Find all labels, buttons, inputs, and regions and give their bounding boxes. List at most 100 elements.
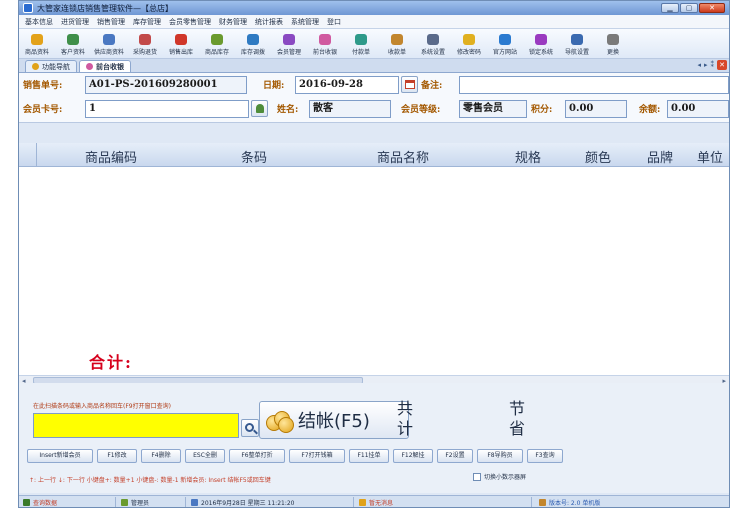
toolbar-button-nav-settings[interactable]: 导航设置 [559,30,595,58]
tab-cashier[interactable]: 前台收银 [79,60,131,72]
title-bar: 大管家连锁店销售管理软件—【总店】 ▁ ▢ ✕ [19,1,729,15]
menu-item-sales[interactable]: 销售管理 [93,17,129,27]
column-header-code[interactable]: 商品编码 [85,147,137,166]
column-header-spec[interactable]: 规格 [515,147,541,166]
product-search-button[interactable] [241,419,259,437]
calendar-icon [405,80,415,89]
toolbar-button-goods[interactable]: 商品资料 [19,30,55,58]
toolbar-label: 付款单 [351,49,370,56]
scan-input[interactable] [33,413,239,438]
member-card-field[interactable]: 1 [85,100,249,118]
remark-field[interactable] [459,76,729,94]
key-edit[interactable]: F1修改 [97,449,137,463]
tab-label: 功能导航 [42,62,70,71]
column-header-unit[interactable]: 单位 [697,147,723,166]
toolbar-button-transfer[interactable]: 库存调拨 [235,30,271,58]
toolbar-button-purchase-return[interactable]: 采购退货 [127,30,163,58]
toolbar-button-customer[interactable]: 客户资料 [55,30,91,58]
shortcut-hints: ↑: 上一行 ↓: 下一行 小键盘+: 数量+1 小键盘-: 数量-1 新增会员… [29,477,271,484]
balance-field[interactable]: 0.00 [667,100,729,118]
toolbar-button-member[interactable]: 会员管理 [271,30,307,58]
toggle-label: 切换小数示器屏 [484,474,527,481]
status-message[interactable]: 暂无消息 [359,498,393,507]
menu-item-member-retail[interactable]: 会员零售管理 [165,17,215,27]
member-level-label: 会员等级: [401,105,441,115]
toolbar-button-payment[interactable]: 付款单 [343,30,379,58]
calendar-button[interactable] [401,76,418,93]
key-whole-discount[interactable]: F6整单打折 [229,449,285,463]
status-ok-icon [23,499,30,506]
key-resume-order[interactable]: F12解挂 [393,449,433,463]
menu-item-inventory[interactable]: 库存管理 [129,17,165,27]
key-delete[interactable]: F4删除 [141,449,181,463]
toolbar-button-inventory[interactable]: 商品库存 [199,30,235,58]
column-header-name[interactable]: 商品名称 [377,147,429,166]
toolbar-button-switch[interactable]: 更换 [595,30,631,58]
coins-icon [266,407,294,433]
key-open-drawer[interactable]: F7打开钱箱 [289,449,345,463]
toolbar-button-lock[interactable]: 锁定系统 [523,30,559,58]
clock-icon [191,499,198,506]
tab-prev-icon[interactable]: ◂ [697,61,701,69]
tab-function-nav[interactable]: 功能导航 [25,60,77,72]
name-field[interactable]: 散客 [309,100,391,118]
checkout-button[interactable]: 结帐(F5) [259,401,409,439]
key-hold-order[interactable]: F11挂单 [349,449,389,463]
product-grid[interactable]: 商品编码 条码 商品名称 规格 颜色 品牌 单位 合计: ◂ ▸ [19,143,729,385]
toggle-checkbox[interactable] [473,472,481,481]
date-field[interactable]: 2016-09-28 [295,76,399,94]
column-header-barcode[interactable]: 条码 [241,147,267,166]
tab-close-icon[interactable]: ✕ [717,60,727,70]
column-header-brand[interactable]: 品牌 [647,147,673,166]
nav-settings-icon [571,34,583,45]
toolbar-button-receipt[interactable]: 收款单 [379,30,415,58]
member-lookup-button[interactable] [251,100,268,117]
function-nav-icon [32,63,39,70]
key-query[interactable]: F3查询 [527,449,563,463]
toolbar-button-cashier[interactable]: 前台收银 [307,30,343,58]
maximize-icon[interactable]: ▢ [680,3,698,13]
order-no-field[interactable]: A01-PS-201609280001 [85,76,247,94]
app-window: 大管家连锁店销售管理软件—【总店】 ▁ ▢ ✕ 基本信息 进货管理 销售管理 库… [18,0,730,508]
key-clear-all[interactable]: ESC全删 [185,449,225,463]
toolbar-label: 官方网站 [492,49,517,56]
app-icon [23,3,33,13]
remark-label: 备注: [421,81,443,91]
menu-item-purchase[interactable]: 进货管理 [57,17,93,27]
tab-pin-icon[interactable]: ⁑ [711,61,715,69]
toolbar-label: 前台收银 [312,49,337,56]
member-level-field[interactable]: 零售会员 [459,100,527,118]
status-bar: 查询数据 管理员 2016年9月28日 星期三 11:21:20 暂无消息 版本… [19,495,729,507]
column-header-color[interactable]: 颜色 [585,147,611,166]
status-user: 管理员 [121,498,149,507]
receipt-icon [391,34,403,45]
toolbar-button-password[interactable]: 修改密码 [451,30,487,58]
key-sales-guide[interactable]: F8导购员 [477,449,523,463]
minimize-icon[interactable]: ▁ [661,3,679,13]
toolbar-button-sales-outbound[interactable]: 销售出库 [163,30,199,58]
status-operator: 查询数据 [23,498,57,507]
menu-item-finance[interactable]: 财务管理 [215,17,251,27]
menu-item-basic-info[interactable]: 基本信息 [21,17,57,27]
balance-label: 余额: [639,105,661,115]
toolbar-label: 锁定系统 [528,49,553,56]
toolbar-button-supplier[interactable]: 供应商资料 [91,30,127,58]
close-icon[interactable]: ✕ [699,3,725,13]
window-title: 大管家连锁店销售管理软件—【总店】 [37,3,173,13]
toolbar-button-settings[interactable]: 系统设置 [415,30,451,58]
status-version: 版本号: 2.0 单机版 [539,498,600,507]
customer-display-toggle[interactable]: 切换小数示器屏 [473,472,526,481]
tab-controls: ◂ ▸ ⁑ ✕ [697,60,727,70]
menu-item-system[interactable]: 系统管理 [287,17,323,27]
toolbar-label: 供应商资料 [93,49,124,56]
order-header-form: 销售单号: A01-PS-201609280001 日期: 2016-09-28… [19,73,729,123]
toolbar-button-website[interactable]: 官方网站 [487,30,523,58]
key-new-member[interactable]: Insert新增会员 [27,449,93,463]
menu-item-window[interactable]: 登口 [323,17,345,27]
points-field[interactable]: 0.00 [565,100,627,118]
supplier-icon [103,34,115,45]
key-settings[interactable]: F2设置 [437,449,473,463]
tab-next-icon[interactable]: ▸ [704,61,708,69]
total-count-label: 共计 [397,399,414,438]
menu-item-reports[interactable]: 统计报表 [251,17,287,27]
